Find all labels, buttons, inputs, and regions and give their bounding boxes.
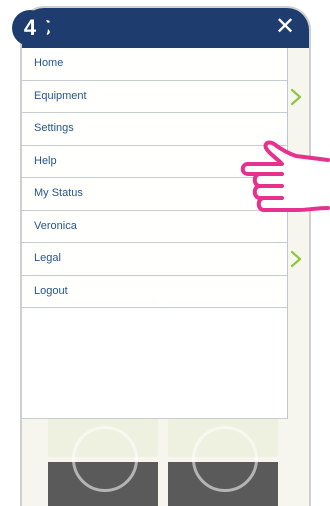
chevron-right-icon [290,88,302,105]
phone-frame: ✕ Home Equipment Settings Help My Status… [20,6,311,506]
menu-item-label: Settings [34,122,74,134]
background-circle [72,426,138,492]
menu-item-logout[interactable]: Logout [22,276,287,308]
menu-item-label: Equipment [34,89,87,102]
menu-item-equipment[interactable]: Equipment [22,81,302,113]
pointing-hand-icon [240,140,330,212]
menu-empty-area [22,308,287,419]
menu-item-legal[interactable]: Legal [22,243,302,276]
step-number-badge: 4 [12,10,48,46]
menu-item-label: Logout [34,284,68,297]
close-menu-button[interactable]: ✕ [271,12,299,42]
menu-item-home[interactable]: Home [22,48,287,81]
background-circle [192,426,258,492]
menu-item-label: Help [34,154,57,167]
side-menu: Home Equipment Settings Help My Status V… [22,48,302,419]
chevron-right-icon [290,250,302,268]
menu-item-label: Veronica [34,219,77,232]
menu-item-label: Home [34,57,64,69]
app-header: ✕ [22,8,309,48]
menu-item-label: My Status [34,187,83,199]
menu-item-label: Legal [34,252,61,264]
